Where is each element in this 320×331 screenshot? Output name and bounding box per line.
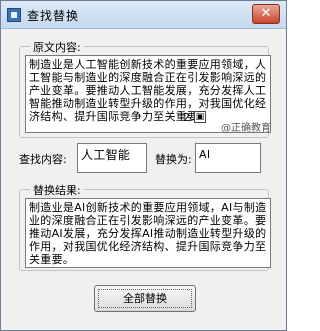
close-button[interactable]: ✕ [252, 4, 280, 24]
app-icon [7, 8, 21, 22]
title-bar[interactable]: 查找替换 ✕ [1, 1, 286, 29]
replace-input[interactable]: AI [195, 143, 261, 173]
find-replace-window: 查找替换 ✕ 原文内容: 制造业是人工智能创新技术的重要应用领域，人工智能与制造… [0, 0, 287, 331]
button-focus-rect [98, 289, 192, 308]
result-text-content: 制造业是AI创新技术的重要应用领域，AI与制造业的深度融合正在引发影响深远的产业… [29, 201, 267, 266]
image-icon: ▣ [194, 111, 206, 123]
find-label: 查找内容: [19, 153, 67, 166]
watermark-text: @正确教育 [221, 123, 271, 134]
original-text-content: 制造业是人工智能创新技术的重要应用领域，人工智能与制造业的深度融合正在引发影响深… [29, 58, 267, 123]
page-number-mark: 2 [183, 111, 190, 124]
window-title: 查找替换 [27, 9, 80, 23]
original-text-legend: 原文内容: [30, 39, 84, 55]
result-text-area[interactable]: 制造业是AI创新技术的重要应用领域，AI与制造业的深度融合正在引发影响深远的产业… [25, 198, 271, 268]
replace-input-value: AI [199, 148, 211, 161]
find-input[interactable]: 人工智能 [77, 143, 147, 173]
find-input-value: 人工智能 [81, 148, 131, 162]
result-legend: 替换结果: [30, 182, 84, 198]
replace-label: 替换为: [155, 153, 192, 166]
replace-all-button[interactable]: 全部替换 [94, 285, 196, 312]
